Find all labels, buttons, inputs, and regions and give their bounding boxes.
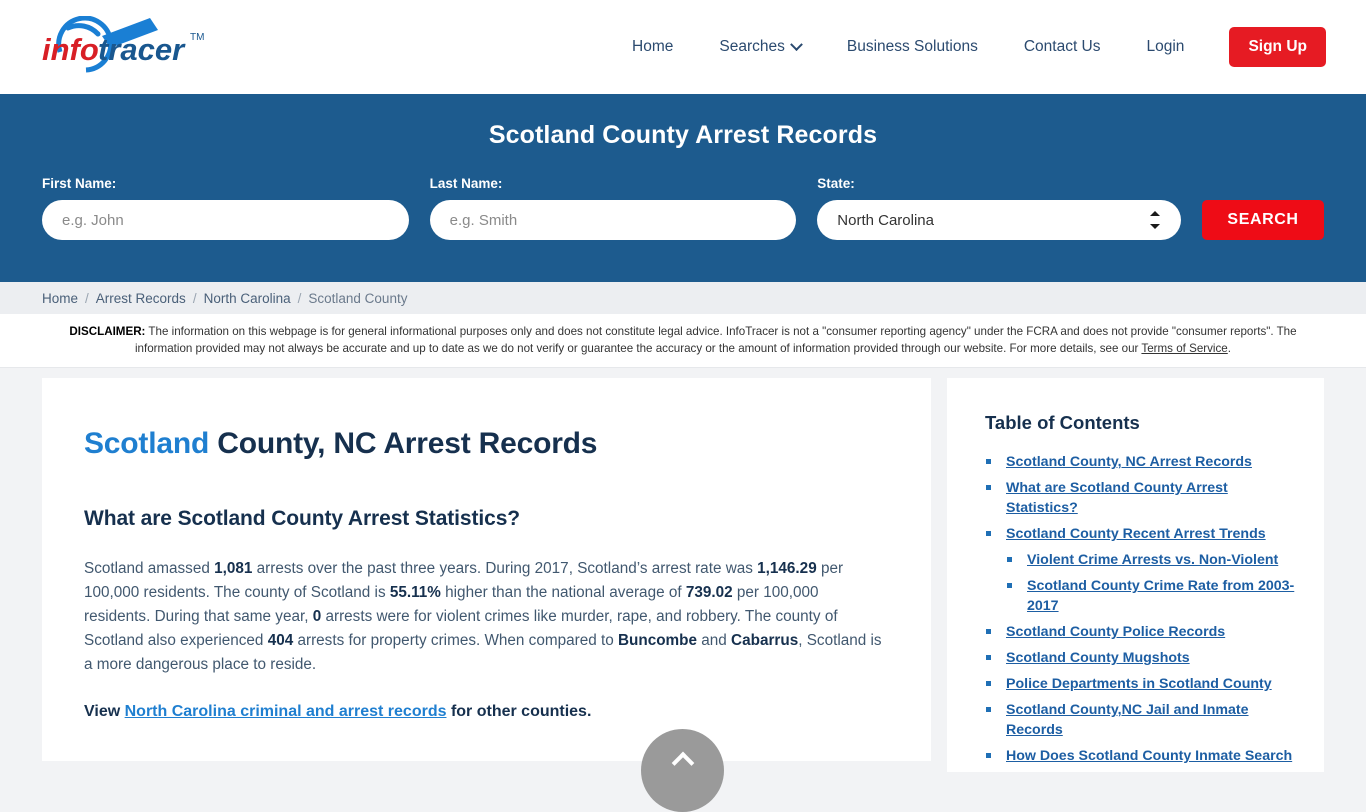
nav-label: Login <box>1146 38 1185 55</box>
scroll-to-top-button[interactable] <box>641 729 724 812</box>
table-of-contents-card: Table of Contents Scotland County, NC Ar… <box>947 378 1324 772</box>
toc-link-crime-rate-2003-2017[interactable]: Scotland County Crime Rate from 2003-201… <box>1027 578 1294 614</box>
chevron-down-icon <box>789 37 803 51</box>
section-heading-arrest-statistics: What are Scotland County Arrest Statisti… <box>84 507 521 530</box>
nav-item-searches[interactable]: Searches <box>696 28 823 66</box>
statistics-paragraph: Scotland amassed 1,081 arrests over the … <box>84 557 886 677</box>
text: Scotland amassed <box>84 560 215 577</box>
toc-link-police-departments[interactable]: Police Departments in Scotland County <box>1006 676 1272 692</box>
toc-item-sub: Violent Crime Arrests vs. Non-Violent <box>985 550 1298 570</box>
first-name-label: First Name: <box>42 176 117 191</box>
toc-link-arrest-statistics[interactable]: What are Scotland County Arrest Statisti… <box>1006 480 1228 516</box>
page-body: Scotland County, NC Arrest Records What … <box>0 368 1366 772</box>
toc-link-police-records[interactable]: Scotland County Police Records <box>1006 624 1225 640</box>
disclaimer-label: DISCLAIMER: <box>69 325 146 338</box>
breadcrumb-item-scotland-county: Scotland County <box>308 290 408 306</box>
stat-violent-arrests: 0 <box>312 608 322 625</box>
disclaimer-text-end: . <box>1227 342 1231 355</box>
toc-title: Table of Contents <box>985 412 1140 433</box>
toc-item: Police Departments in Scotland County <box>985 674 1298 694</box>
page-title: Scotland County, NC Arrest Records <box>84 426 886 462</box>
first-name-input[interactable] <box>42 200 409 240</box>
toc-link-inmate-search[interactable]: How Does Scotland County Inmate Search <box>1006 748 1292 764</box>
text: and <box>697 632 732 649</box>
nav-label: Business Solutions <box>846 38 978 55</box>
toc-item: Scotland County Mugshots <box>985 648 1298 668</box>
state-field-group: State: North Carolina <box>817 176 1182 240</box>
toc-link-arrest-records[interactable]: Scotland County, NC Arrest Records <box>1006 454 1252 470</box>
banner-title: Scotland County Arrest Records <box>488 121 878 149</box>
text: higher than the national average of <box>440 584 686 601</box>
toc-list: Scotland County, NC Arrest Records What … <box>985 452 1298 766</box>
breadcrumb: Home / Arrest Records / North Carolina /… <box>0 282 1366 314</box>
toc-item: Scotland County Police Records <box>985 622 1298 642</box>
county-buncombe: Buncombe <box>617 632 698 649</box>
last-name-field-group: Last Name: <box>429 176 797 240</box>
text: arrests over the past three years. Durin… <box>252 560 758 577</box>
main-nav: Home Searches Business Solutions Contact… <box>609 27 1326 67</box>
toc-item: How Does Scotland County Inmate Search <box>985 746 1298 766</box>
breadcrumb-separator: / <box>192 290 197 306</box>
toc-item: Scotland County, NC Arrest Records <box>985 452 1298 472</box>
breadcrumb-item-arrest-records[interactable]: Arrest Records <box>96 291 186 306</box>
stat-percent-higher: 55.11% <box>389 584 441 601</box>
nav-item-business-solutions[interactable]: Business Solutions <box>824 28 1001 66</box>
breadcrumb-separator: / <box>297 290 302 306</box>
svg-text:info: info <box>42 32 99 67</box>
breadcrumb-separator: / <box>85 290 89 306</box>
toc-item: What are Scotland County Arrest Statisti… <box>985 478 1298 518</box>
stat-national-average: 739.02 <box>685 584 733 601</box>
toc-link-violent-vs-nonviolent[interactable]: Violent Crime Arrests vs. Non-Violent <box>1027 552 1278 568</box>
state-select-wrapper: North Carolina <box>817 200 1182 240</box>
terms-of-service-link[interactable]: Terms of Service <box>1141 342 1227 355</box>
disclaimer-banner: DISCLAIMER: The information on this webp… <box>0 314 1366 368</box>
infotracer-logo[interactable]: info tracer TM <box>38 12 228 82</box>
breadcrumb-item-home[interactable]: Home <box>42 291 78 306</box>
state-label: State: <box>817 176 855 191</box>
nav-label: Searches <box>719 38 785 55</box>
stat-arrest-rate: 1,146.29 <box>757 560 817 577</box>
stat-total-arrests: 1,081 <box>214 560 253 577</box>
last-name-input[interactable] <box>429 200 797 240</box>
logo-icon: info tracer TM <box>42 16 204 73</box>
toc-link-jail-inmate-records[interactable]: Scotland County,NC Jail and Inmate Recor… <box>1006 702 1249 738</box>
county-cabarrus: Cabarrus <box>731 632 799 649</box>
nav-label: Home <box>632 38 674 55</box>
chevron-up-icon <box>671 751 694 775</box>
svg-text:tracer: tracer <box>98 32 186 67</box>
disclaimer-text: The information on this webpage is for g… <box>134 325 1297 355</box>
view-prefix: View <box>84 703 125 720</box>
text: arrests for property crimes. When compar… <box>293 632 618 649</box>
page-title-accent: Scotland <box>84 427 210 460</box>
page-title-rest: County, NC Arrest Records <box>209 427 598 460</box>
breadcrumb-item-north-carolina[interactable]: North Carolina <box>204 291 291 306</box>
last-name-label: Last Name: <box>429 176 503 191</box>
nav-label: Contact Us <box>1023 38 1101 55</box>
svg-text:TM: TM <box>190 32 204 43</box>
main-content-card: Scotland County, NC Arrest Records What … <box>42 378 931 761</box>
toc-item-sub: Scotland County Crime Rate from 2003-201… <box>985 576 1298 616</box>
toc-link-mugshots[interactable]: Scotland County Mugshots <box>1006 650 1190 666</box>
search-button[interactable]: SEARCH <box>1202 200 1325 240</box>
search-form: First Name: Last Name: State: North Caro… <box>42 176 1325 240</box>
sign-up-button[interactable]: Sign Up <box>1229 27 1326 67</box>
view-suffix: for other counties. <box>446 703 592 720</box>
nav-item-contact-us[interactable]: Contact Us <box>1001 28 1124 66</box>
site-header: info tracer TM Home Searches Business So… <box>0 0 1366 94</box>
toc-item: Scotland County,NC Jail and Inmate Recor… <box>985 700 1298 740</box>
toc-item: Scotland County Recent Arrest Trends <box>985 524 1298 544</box>
state-select[interactable]: North Carolina <box>817 200 1182 240</box>
toc-link-recent-arrest-trends[interactable]: Scotland County Recent Arrest Trends <box>1006 526 1266 542</box>
nc-criminal-records-link[interactable]: North Carolina criminal and arrest recor… <box>125 703 447 720</box>
stat-property-arrests: 404 <box>267 632 294 649</box>
nav-item-home[interactable]: Home <box>609 28 696 66</box>
first-name-field-group: First Name: <box>42 176 409 240</box>
nav-item-login[interactable]: Login <box>1124 28 1208 66</box>
search-banner: Scotland County Arrest Records First Nam… <box>0 94 1366 282</box>
view-other-counties-line: View North Carolina criminal and arrest … <box>84 703 886 721</box>
